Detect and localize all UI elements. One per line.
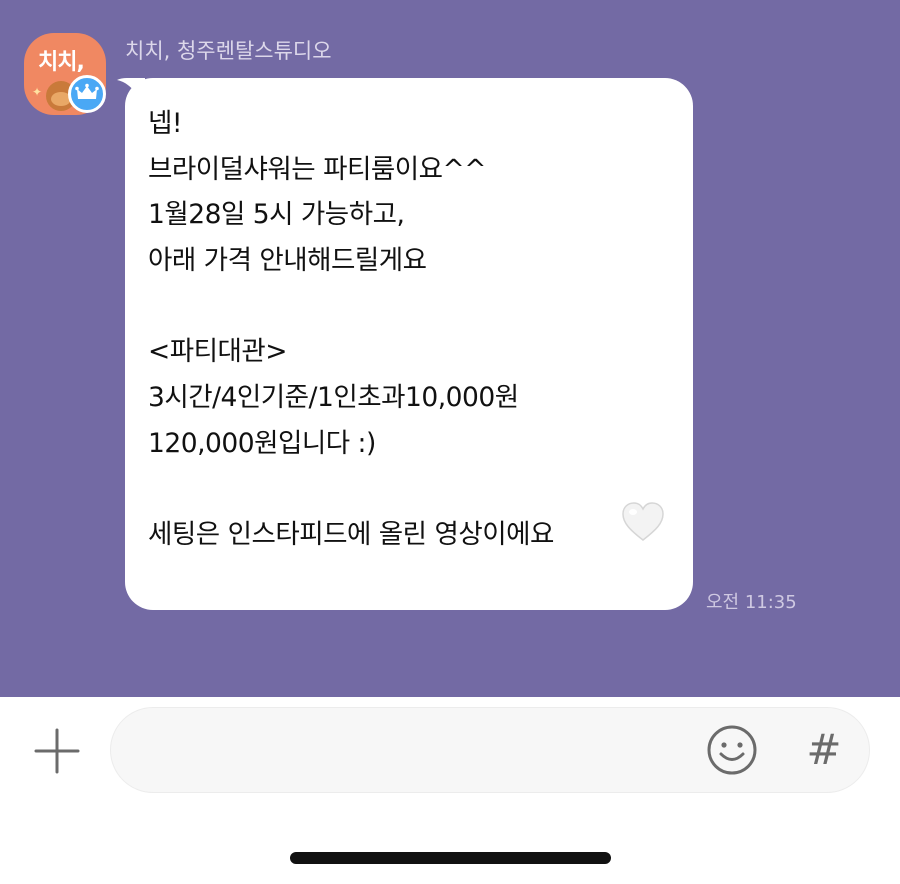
- sender-name: 치치, 청주렌탈스튜디오: [125, 39, 332, 63]
- message-text: 넵! 브라이덜샤워는 파티룸이요^^ 1월28일 5시 가능하고, 아래 가격 …: [148, 101, 678, 558]
- hashtag-button[interactable]: #: [802, 724, 846, 776]
- crown-icon: [75, 83, 99, 99]
- crown-badge: [68, 75, 106, 113]
- chat-area[interactable]: 치치, ✦ 치치, 청주렌탈스튜디오 넵! 브라이덜샤워는 파티룸이요^^ 1월…: [0, 0, 900, 697]
- message-timestamp: 오전 11:35: [706, 592, 797, 613]
- avatar-label: 치치,: [38, 50, 85, 75]
- sparkle-icon: ✦: [32, 85, 43, 99]
- smile-icon[interactable]: [706, 724, 758, 776]
- plus-icon[interactable]: [34, 728, 80, 774]
- message-line: <파티대관>: [148, 336, 287, 368]
- message-line: [148, 467, 678, 513]
- message-bubble[interactable]: 넵! 브라이덜샤워는 파티룸이요^^ 1월28일 5시 가능하고, 아래 가격 …: [125, 78, 693, 610]
- message-line: 120,000원입니다 :): [148, 427, 376, 459]
- message-line: 브라이덜샤워는 파티룸이요^^: [148, 153, 486, 185]
- message-line: [148, 284, 678, 330]
- message-line: 1월28일 5시 가능하고,: [148, 199, 405, 231]
- white-heart-icon: [622, 502, 664, 541]
- home-indicator: [290, 852, 611, 864]
- message-line: 아래 가격 안내해드릴게요: [148, 245, 427, 277]
- message-line: 넵!: [148, 108, 183, 139]
- message-line: 3시간/4인기준/1인초과10,000원: [148, 382, 519, 414]
- message-line: 세팅은 인스타피드에 올린 영상이에요: [148, 519, 554, 551]
